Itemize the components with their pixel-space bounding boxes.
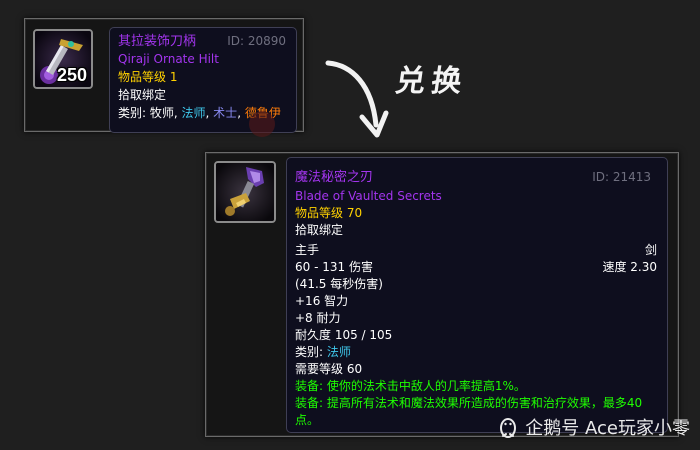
stat-stamina: +8 耐力 bbox=[295, 311, 341, 325]
item-panel-qiraji-hilt: 250 其拉装饰刀柄 ID: 20890 Qiraji Ornate Hilt … bbox=[24, 18, 304, 137]
item-icon-blade[interactable] bbox=[214, 161, 276, 223]
item-name-cn: 其拉装饰刀柄 bbox=[118, 34, 197, 49]
equip-slot: 主手 bbox=[295, 243, 320, 257]
item-id: ID: 21413 bbox=[592, 170, 651, 184]
item-level: 物品等级 1 bbox=[118, 70, 178, 84]
durability: 耐久度 105 / 105 bbox=[295, 328, 393, 342]
item-tooltip-blade: 魔法秘密之刃 ID: 21413 Blade of Vaulted Secret… bbox=[286, 157, 668, 433]
class-separator: , bbox=[173, 106, 182, 120]
item-panel-blade: 魔法秘密之刃 ID: 21413 Blade of Vaulted Secret… bbox=[205, 152, 679, 437]
item-name-cn: 魔法秘密之刃 bbox=[295, 170, 374, 185]
class-label: 类别: bbox=[295, 345, 327, 359]
sword-icon bbox=[216, 163, 274, 221]
item-level: 物品等级 70 bbox=[295, 206, 363, 220]
class-separator: , bbox=[237, 106, 245, 120]
exchange-label: 兑换 bbox=[393, 64, 470, 99]
watermark-stamp bbox=[249, 111, 275, 137]
footer-watermark: 企鹅号 Ace玩家小零 bbox=[497, 414, 690, 440]
equip-effect-hit: 装备: 使你的法术击中敌人的几率提高1%。 bbox=[295, 379, 526, 393]
weapon-dps: (41.5 每秒伤害) bbox=[295, 277, 383, 291]
penguin-logo-icon bbox=[500, 418, 517, 438]
item-id: ID: 20890 bbox=[227, 34, 286, 48]
class-warlock: 术士 bbox=[213, 106, 238, 120]
class-priest: 牧师 bbox=[149, 106, 174, 120]
equip-effect-spellpower: 装备: 提高所有法术和魔法效果所造成的伤害和治疗效果，最多40 bbox=[295, 396, 643, 410]
item-icon-qiraji-hilt[interactable]: 250 bbox=[33, 29, 93, 89]
class-mage: 法师 bbox=[181, 106, 206, 120]
footer-text: 企鹅号 Ace玩家小零 bbox=[525, 418, 690, 439]
item-name-en: Qiraji Ornate Hilt bbox=[118, 52, 219, 66]
weapon-speed: 速度 2.30 bbox=[602, 260, 657, 274]
class-mage: 法师 bbox=[326, 345, 351, 359]
bind-type: 拾取绑定 bbox=[118, 88, 167, 102]
weapon-type: 剑 bbox=[644, 243, 657, 257]
bind-type: 拾取绑定 bbox=[295, 223, 344, 237]
weapon-damage: 60 - 131 伤害 bbox=[295, 260, 373, 274]
class-label: 类别: bbox=[118, 106, 150, 120]
stack-count: 250 bbox=[56, 65, 87, 85]
curved-arrow-icon bbox=[325, 60, 389, 138]
stat-intellect: +16 智力 bbox=[295, 294, 349, 308]
equip-effect-spellpower-cont: 点。 bbox=[295, 413, 320, 427]
item-name-en: Blade of Vaulted Secrets bbox=[295, 189, 442, 203]
class-restriction: 类别: 法师 bbox=[295, 344, 351, 361]
required-level: 需要等级 60 bbox=[295, 362, 363, 376]
